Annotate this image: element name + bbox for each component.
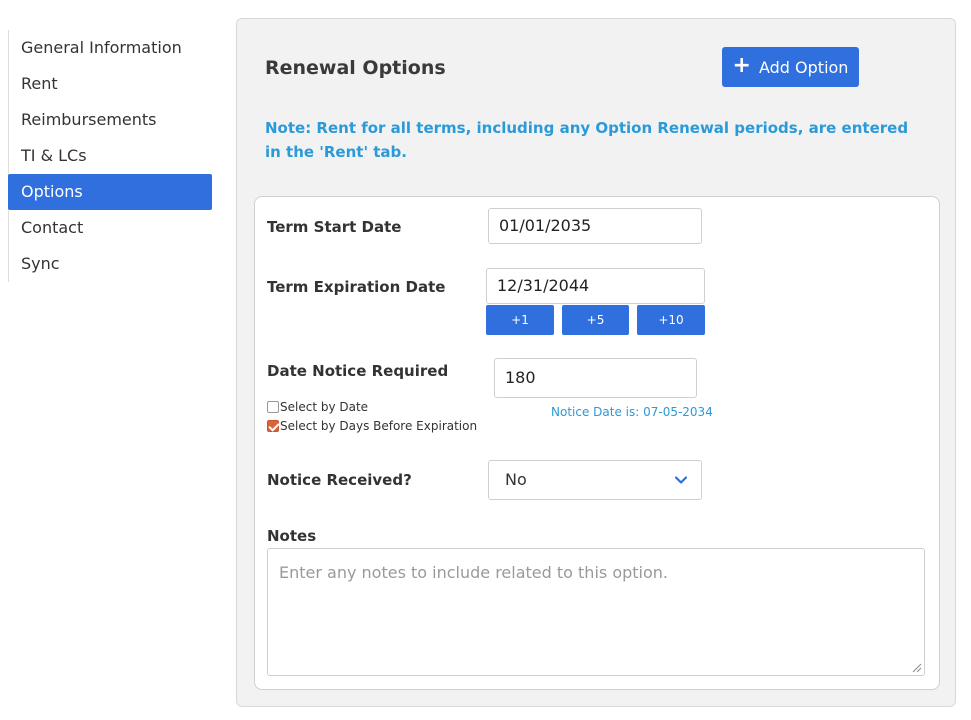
add-1-year-button[interactable]: +1 — [486, 305, 554, 335]
select-by-days-checkbox[interactable] — [267, 420, 279, 432]
option-card: Term Start Date 01/01/2035 Term Expirati… — [254, 196, 940, 690]
select-by-days-label: Select by Days Before Expiration — [280, 419, 478, 433]
sidebar-item-sync[interactable]: Sync — [9, 246, 212, 282]
notes-placeholder: Enter any notes to include related to th… — [279, 563, 668, 582]
add-option-button[interactable]: + Add Option — [722, 47, 859, 87]
select-by-date-option[interactable]: Select by Date — [267, 400, 368, 414]
sidebar-item-ti-lcs[interactable]: TI & LCs — [9, 138, 212, 174]
renewal-options-panel: Renewal Options + Add Option Note: Rent … — [236, 18, 956, 707]
add-option-label: Add Option — [758, 57, 849, 77]
page-title: Renewal Options — [265, 57, 446, 79]
notice-required-label: Date Notice Required — [267, 362, 449, 380]
notice-date-text: Notice Date is: 07-05-2034 — [551, 405, 713, 419]
sidebar-item-options[interactable]: Options — [8, 174, 212, 210]
notice-received-select[interactable]: No — [488, 460, 702, 500]
notice-received-label: Notice Received? — [267, 471, 412, 489]
term-expiration-label: Term Expiration Date — [267, 278, 446, 296]
notes-label: Notes — [267, 527, 317, 545]
sidebar-item-contact[interactable]: Contact — [9, 210, 212, 246]
sidebar-item-rent[interactable]: Rent — [9, 66, 212, 102]
notice-days-input[interactable]: 180 — [494, 358, 697, 398]
notes-textarea[interactable]: Enter any notes to include related to th… — [267, 548, 925, 676]
plus-icon: + — [732, 53, 751, 78]
add-10-years-button[interactable]: +10 — [637, 305, 705, 335]
sidebar-item-general-information[interactable]: General Information — [9, 30, 212, 66]
term-start-label: Term Start Date — [267, 218, 402, 236]
chevron-down-icon — [675, 476, 687, 484]
sidebar-nav: General Information Rent Reimbursements … — [8, 30, 212, 282]
notice-received-value: No — [505, 470, 527, 489]
sidebar-item-reimbursements[interactable]: Reimbursements — [9, 102, 212, 138]
select-by-days-option[interactable]: Select by Days Before Expiration — [267, 419, 477, 433]
rent-note: Note: Rent for all terms, including any … — [265, 119, 909, 161]
select-by-date-checkbox[interactable] — [267, 401, 279, 413]
term-expiration-input[interactable]: 12/31/2044 — [486, 268, 705, 304]
resize-grip-icon[interactable] — [910, 661, 922, 673]
select-by-date-label: Select by Date — [280, 400, 369, 414]
add-5-years-button[interactable]: +5 — [562, 305, 629, 335]
term-start-input[interactable]: 01/01/2035 — [488, 208, 702, 244]
